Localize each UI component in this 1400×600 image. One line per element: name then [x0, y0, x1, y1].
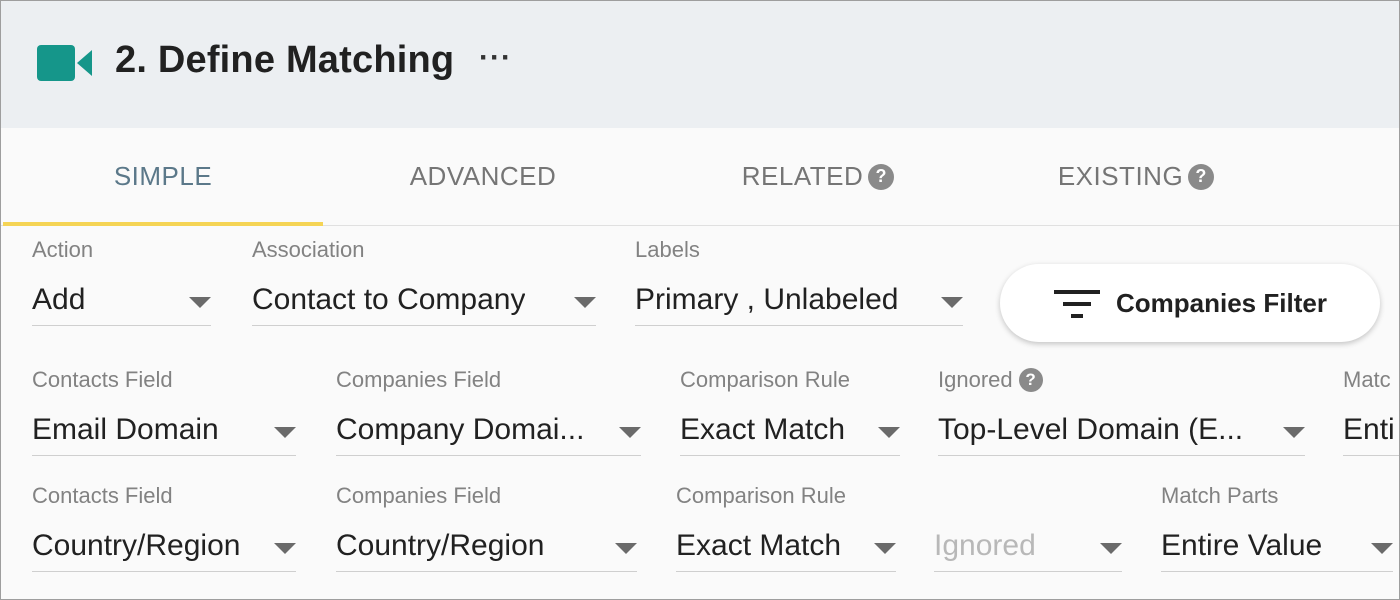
chevron-down-icon [1100, 543, 1122, 554]
ignored-label: Ignored [938, 367, 1013, 392]
tab-label: EXISTING [1057, 161, 1184, 191]
active-tab-indicator [3, 222, 323, 226]
comparison-rule-value: Exact Match [680, 413, 846, 446]
comparison-rule-2: Comparison Rule Exact Match [676, 483, 896, 573]
companies-field-2: Companies Field Country/Region [336, 483, 637, 573]
match-parts-label: Match Parts [1161, 483, 1279, 508]
tab-existing[interactable]: EXISTING ? [976, 128, 1296, 225]
chevron-down-icon [615, 543, 637, 554]
help-icon[interactable]: ? [868, 163, 895, 190]
association-field: Association Contact to Company [252, 237, 596, 327]
ignored-value: Top-Level Domain (E... [938, 413, 1244, 446]
help-icon[interactable]: ? [1018, 368, 1043, 392]
match-parts-select[interactable]: Entire Value [1161, 525, 1393, 572]
comparison-rule-label: Comparison Rule [676, 483, 846, 508]
ignored-label-wrap: Ignored ? [938, 367, 1043, 393]
help-icon[interactable]: ? [1188, 163, 1215, 190]
comparison-rule-1: Comparison Rule Exact Match [680, 367, 900, 457]
association-label: Association [252, 237, 365, 262]
match-parts-select[interactable]: Enti [1343, 409, 1399, 456]
association-value: Contact to Company [252, 283, 526, 316]
companies-field-select[interactable]: Company Domai... [336, 409, 641, 456]
tab-advanced[interactable]: ADVANCED [323, 128, 643, 225]
action-select[interactable]: Add [32, 279, 211, 326]
action-field: Action Add [32, 237, 211, 327]
companies-field-select[interactable]: Country/Region [336, 525, 637, 572]
chevron-down-icon [1371, 543, 1393, 554]
association-select[interactable]: Contact to Company [252, 279, 596, 326]
action-label: Action [32, 237, 94, 262]
comparison-rule-label: Comparison Rule [680, 367, 850, 392]
contacts-field-2: Contacts Field Country/Region [32, 483, 296, 573]
comparison-rule-select[interactable]: Exact Match [680, 409, 900, 456]
labels-value: Primary , Unlabeled [635, 283, 899, 316]
companies-field-label: Companies Field [336, 483, 502, 508]
more-options-icon[interactable]: ··· [479, 41, 512, 75]
chevron-down-icon [274, 543, 296, 554]
contacts-field-value: Email Domain [32, 413, 219, 446]
contacts-field-value: Country/Region [32, 529, 241, 562]
tab-label: SIMPLE [113, 161, 213, 191]
match-parts-field-2: Match Parts Entire Value [1161, 483, 1393, 573]
companies-field-value: Company Domai... [336, 413, 585, 446]
tab-label: ADVANCED [409, 161, 557, 191]
action-value: Add [32, 283, 86, 316]
companies-field-value: Country/Region [336, 529, 545, 562]
page-title: 2. Define Matching [115, 39, 455, 81]
chevron-down-icon [189, 297, 211, 308]
contacts-field-label: Contacts Field [32, 483, 173, 508]
ignored-placeholder: Ignored [934, 529, 1036, 562]
chevron-down-icon [941, 297, 963, 308]
ignored-field-1: Ignored ? Top-Level Domain (E... [938, 367, 1305, 457]
companies-field-1: Companies Field Company Domai... [336, 367, 641, 457]
ignored-field-2: Ignored [934, 483, 1122, 573]
ignored-select[interactable]: Top-Level Domain (E... [938, 409, 1305, 456]
match-parts-field-1: Matc Enti [1343, 367, 1399, 457]
page-header: 2. Define Matching ··· [1, 1, 1399, 128]
contacts-field-1: Contacts Field Email Domain [32, 367, 296, 457]
match-parts-label: Matc [1343, 367, 1391, 392]
labels-select[interactable]: Primary , Unlabeled [635, 279, 963, 326]
comparison-rule-value: Exact Match [676, 529, 842, 562]
companies-filter-button[interactable]: Companies Filter [1000, 264, 1380, 342]
ignored-select[interactable]: Ignored [934, 525, 1122, 572]
contacts-field-label: Contacts Field [32, 367, 173, 392]
chevron-down-icon [874, 543, 896, 554]
comparison-rule-select[interactable]: Exact Match [676, 525, 896, 572]
companies-filter-label: Companies Filter [1116, 288, 1327, 318]
chevron-down-icon [274, 427, 296, 438]
tab-simple[interactable]: SIMPLE [3, 128, 323, 226]
chevron-down-icon [619, 427, 641, 438]
match-parts-value: Enti [1343, 413, 1395, 446]
companies-field-label: Companies Field [336, 367, 502, 392]
labels-label: Labels [635, 237, 700, 262]
chevron-down-icon [878, 427, 900, 438]
labels-field: Labels Primary , Unlabeled [635, 237, 963, 327]
chevron-down-icon [1283, 427, 1305, 438]
match-parts-value: Entire Value [1161, 529, 1323, 562]
tab-bar: SIMPLE ADVANCED RELATED ? EXISTING ? [1, 128, 1399, 226]
filter-icon [1054, 290, 1100, 318]
chevron-down-icon [574, 297, 596, 308]
tab-related[interactable]: RELATED ? [658, 128, 978, 225]
video-camera-icon [37, 45, 92, 81]
tab-label: RELATED [741, 161, 864, 191]
contacts-field-select[interactable]: Email Domain [32, 409, 296, 456]
contacts-field-select[interactable]: Country/Region [32, 525, 296, 572]
app-frame: 2. Define Matching ··· SIMPLE ADVANCED R… [0, 0, 1400, 600]
